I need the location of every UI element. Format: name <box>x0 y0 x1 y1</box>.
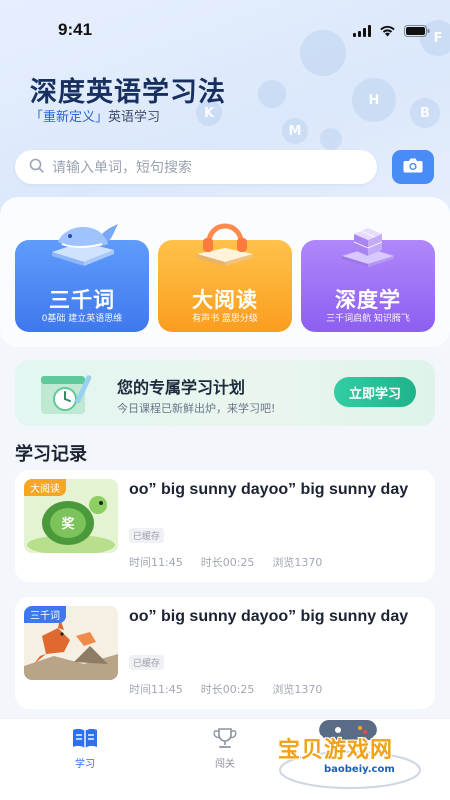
records-section-title: 学习记录 <box>15 444 87 465</box>
plan-subtitle: 今日课程已新鲜出炉，来学习吧! <box>117 402 276 415</box>
decor-bubble: M <box>282 118 308 144</box>
wifi-icon <box>379 22 396 41</box>
record-tag: 大阅读 <box>24 479 66 496</box>
watermark-logo: 宝贝游戏网 baobeiy.com <box>272 706 432 796</box>
search-icon <box>29 158 44 177</box>
tab-challenge[interactable]: 闯关 <box>195 727 255 770</box>
camera-search-button[interactable] <box>392 150 434 184</box>
headphones-book-icon <box>185 212 265 272</box>
cached-badge: 已缓存 <box>129 528 165 543</box>
watermark-url: baobeiy.com <box>324 764 395 775</box>
svg-text:奖: 奖 <box>61 516 75 532</box>
watermark-text: 宝贝游戏网 <box>278 738 394 763</box>
tab-label: 闯关 <box>215 759 235 770</box>
plan-title: 您的专属学习计划 <box>117 378 246 397</box>
card-sanqianci[interactable]: 三千词 0基础 建立英语思维 <box>15 224 149 332</box>
status-bar: 9:41 <box>0 0 450 56</box>
book-icon <box>71 728 99 753</box>
whale-book-icon <box>42 212 122 272</box>
record-tag: 三千词 <box>24 606 66 623</box>
status-time: 9:41 <box>58 20 93 39</box>
search-input[interactable]: 请输入单词，短句搜索 <box>15 150 377 184</box>
record-card[interactable]: 三千词 oo” big sunny dayoo” big sunny day 已… <box>15 597 435 709</box>
record-duration: 时长00:25 <box>200 683 255 696</box>
battery-icon <box>404 22 430 41</box>
card-dayuedu[interactable]: 大阅读 有声书 蓝思分级 <box>158 223 292 332</box>
record-thumbnail: 大阅读 奖 <box>24 479 118 553</box>
card-subtitle: 0基础 建立英语思维 <box>41 314 123 324</box>
card-title: 深度学 <box>335 288 401 312</box>
cube-stack-icon <box>328 212 408 272</box>
decor-bubble <box>320 128 342 150</box>
card-shenduxue[interactable]: 深度学 三千词启航 知识腾飞 <box>301 228 435 332</box>
card-title: 大阅读 <box>192 288 258 312</box>
card-title: 三千词 <box>49 288 115 312</box>
record-time: 时间11:45 <box>129 683 183 696</box>
page-title: 深度英语学习法 <box>30 77 226 108</box>
study-plan-banner[interactable]: 您的专属学习计划 今日课程已新鲜出炉，来学习吧! 立即学习 <box>15 360 435 426</box>
decor-bubble <box>258 80 286 108</box>
record-time: 时间11:45 <box>129 556 183 569</box>
record-duration: 时长00:25 <box>200 556 255 569</box>
tab-study[interactable]: 学习 <box>55 727 115 770</box>
decor-bubble: B <box>410 98 440 128</box>
signal-icon <box>353 22 371 41</box>
subtitle-text: 英语学习 <box>108 110 161 125</box>
record-title: oo” big sunny dayoo” big sunny day <box>129 481 409 498</box>
record-title: oo” big sunny dayoo” big sunny day <box>129 608 409 625</box>
record-card[interactable]: 大阅读 奖 oo” big sunny dayoo” big sunny day… <box>15 470 435 582</box>
card-subtitle: 三千词启航 知识腾飞 <box>326 314 410 324</box>
tab-label: 学习 <box>75 759 95 770</box>
record-meta: 时间11:45 时长00:25 浏览1370 <box>129 681 322 697</box>
card-subtitle: 有声书 蓝思分级 <box>192 314 258 324</box>
record-views: 浏览1370 <box>272 556 323 569</box>
search-placeholder: 请输入单词，短句搜索 <box>52 160 192 176</box>
clock-calendar-icon <box>35 370 99 422</box>
camera-icon <box>403 157 423 178</box>
page-subtitle: 「重新定义」英语学习 <box>30 106 160 125</box>
trophy-icon <box>211 728 239 753</box>
record-thumbnail: 三千词 <box>24 606 118 680</box>
start-learning-button[interactable]: 立即学习 <box>334 377 416 407</box>
subtitle-highlight: 「重新定义」 <box>30 110 109 125</box>
cached-badge: 已缓存 <box>129 655 165 670</box>
record-meta: 时间11:45 时长00:25 浏览1370 <box>129 554 322 570</box>
decor-bubble: H <box>352 78 396 122</box>
record-views: 浏览1370 <box>272 683 323 696</box>
